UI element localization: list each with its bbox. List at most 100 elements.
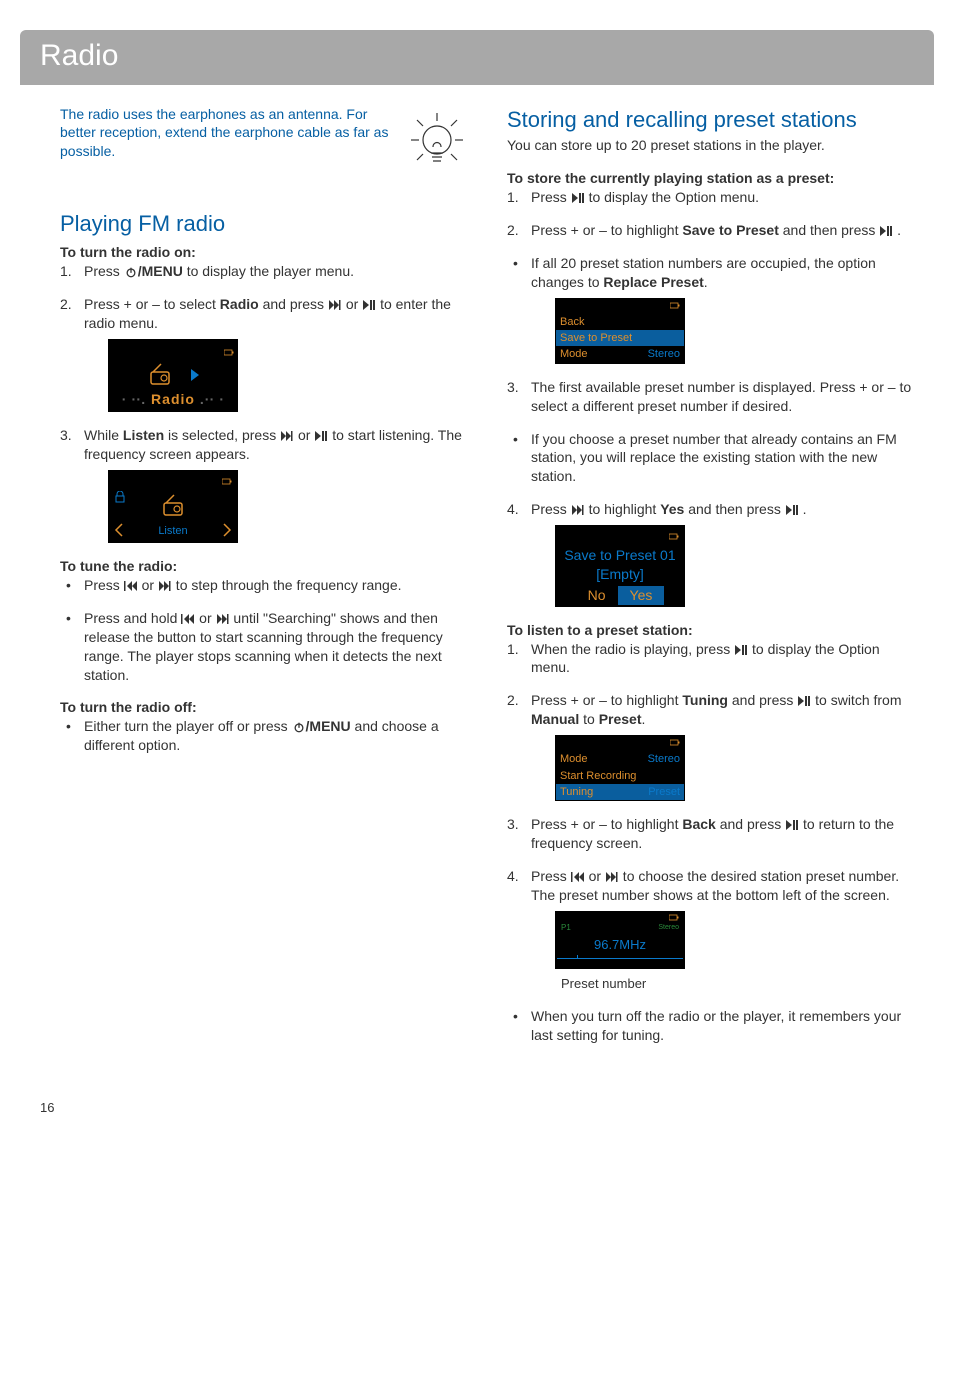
text: Press and hold	[84, 610, 181, 626]
text: or	[585, 868, 605, 884]
page-number: 16	[0, 1099, 954, 1117]
text: .	[893, 222, 901, 238]
turn-off-head: To turn the radio off:	[60, 698, 467, 717]
text: When you turn off the radio or the playe…	[531, 1008, 901, 1043]
text: and then press	[684, 501, 784, 517]
step-number: 1.	[60, 262, 72, 281]
text: Preset	[599, 711, 642, 727]
menu-mode: Mode	[560, 752, 588, 766]
next-track-icon	[571, 504, 585, 516]
menu-stereo: Stereo	[648, 752, 680, 766]
turn-on-step-1: 1. Press /MENU to display the player men…	[60, 262, 467, 281]
listen-step-2: 2. Press + or – to highlight Tuning and …	[507, 691, 914, 801]
prev-track-icon	[571, 871, 585, 883]
text: to switch from	[811, 692, 901, 708]
text: .	[642, 711, 646, 727]
play-pause-icon	[362, 299, 376, 311]
text: Press + or – to highlight	[531, 222, 682, 238]
play-pause-icon	[785, 819, 799, 831]
play-pause-icon	[797, 695, 811, 707]
menu-save: Save to Preset	[560, 331, 632, 345]
intro-text: The radio uses the earphones as an anten…	[60, 105, 397, 162]
turn-on-head: To turn the radio on:	[60, 243, 467, 262]
store-step-3-bullet: If you choose a preset number that alrea…	[507, 430, 914, 487]
tune-head: To tune the radio:	[60, 557, 467, 576]
tune-bullet-1: Press or to step through the frequency r…	[60, 576, 467, 595]
store-step-2: 2. Press + or – to highlight Save to Pre…	[507, 221, 914, 240]
option-menu-screen-c: Mode Stereo Start Recording Tuning Preset	[555, 735, 685, 801]
step-number: 2.	[507, 221, 519, 240]
text: Press	[84, 577, 124, 593]
menu-preset: Preset	[648, 785, 680, 799]
text: is selected, press	[164, 427, 280, 443]
preset-empty: [Empty]	[557, 565, 683, 584]
preset-yes: Yes	[618, 586, 665, 605]
play-pause-icon	[879, 225, 893, 237]
option-menu-screen-a: Back Save to Preset ModeStereo	[555, 298, 685, 364]
text: Listen	[123, 427, 164, 443]
listen-step-4: 4. Press or to choose the desired statio…	[507, 867, 914, 993]
text: and then press	[779, 222, 879, 238]
text: Press	[531, 189, 571, 205]
storing-intro: You can store up to 20 preset stations i…	[507, 136, 914, 155]
step-number: 1.	[507, 640, 519, 659]
listen-step-3: 3. Press + or – to highlight Back and pr…	[507, 815, 914, 853]
chevron-left-icon	[114, 523, 124, 537]
frequency-screen: P1 Stereo 96.7MHz	[555, 911, 685, 969]
listen-step-1: 1. When the radio is playing, press to d…	[507, 640, 914, 678]
menu-tuning: Tuning	[560, 785, 593, 799]
battery-icon	[224, 349, 234, 357]
text: or	[294, 427, 314, 443]
next-track-icon	[328, 299, 342, 311]
store-step-1: 1. Press to display the Option menu.	[507, 188, 914, 207]
menu-start-rec: Start Recording	[560, 769, 636, 783]
prev-track-icon	[124, 580, 138, 592]
text: Press + or – to select	[84, 296, 220, 312]
playing-fm-heading: Playing FM radio	[60, 209, 467, 239]
power-icon	[124, 266, 138, 278]
preset-title: Save to Preset 01	[557, 546, 683, 565]
menu-mode: Mode	[560, 347, 588, 361]
text: or	[138, 577, 158, 593]
store-step-3: 3. The first available preset number is …	[507, 378, 914, 416]
radio-icon	[160, 493, 186, 519]
text: While	[84, 427, 123, 443]
tune-bullet-2: Press and hold or until "Searching" show…	[60, 609, 467, 685]
battery-icon	[670, 302, 680, 310]
play-pause-icon	[785, 504, 799, 516]
text: Either turn the player off or press	[84, 718, 292, 734]
text: to display the player menu.	[183, 263, 354, 279]
listen-screen: Listen	[108, 470, 238, 543]
radio-menu-screen: ∙ ∙∙. Radio .∙∙ ∙	[108, 339, 238, 413]
text: Press + or – to highlight	[531, 816, 682, 832]
step-number: 3.	[507, 815, 519, 834]
text: or	[342, 296, 362, 312]
preset-indicator: P1	[561, 923, 571, 934]
battery-icon	[669, 914, 679, 922]
text: .	[799, 501, 807, 517]
chevron-right-icon	[222, 523, 232, 537]
turn-on-step-2: 2. Press + or – to select Radio and pres…	[60, 295, 467, 413]
page-title: Radio	[40, 39, 118, 72]
intro-box: The radio uses the earphones as an anten…	[60, 105, 467, 180]
step-number: 2.	[507, 691, 519, 710]
text: .	[704, 274, 708, 290]
text: /MENU	[306, 718, 351, 734]
step-number: 4.	[507, 500, 519, 519]
text: to highlight	[585, 501, 661, 517]
text: Save to Preset	[682, 222, 779, 238]
step-number: 1.	[507, 188, 519, 207]
final-bullet: When you turn off the radio or the playe…	[507, 1007, 914, 1045]
right-column: Storing and recalling preset stations Yo…	[507, 105, 914, 1059]
play-pause-icon	[314, 430, 328, 442]
text: Press + or – to highlight	[531, 692, 682, 708]
stereo-indicator: Stereo	[658, 923, 679, 934]
play-arrow-icon	[191, 369, 199, 381]
turn-on-step-3: 3. While Listen is selected, press or to…	[60, 426, 467, 543]
preset-no: No	[576, 586, 618, 605]
store-step-4: 4. Press to highlight Yes and then press…	[507, 500, 914, 606]
text: If you choose a preset number that alrea…	[531, 431, 897, 485]
step-number: 3.	[60, 426, 72, 445]
battery-icon	[669, 533, 679, 541]
text: to step through the frequency range.	[172, 577, 402, 593]
